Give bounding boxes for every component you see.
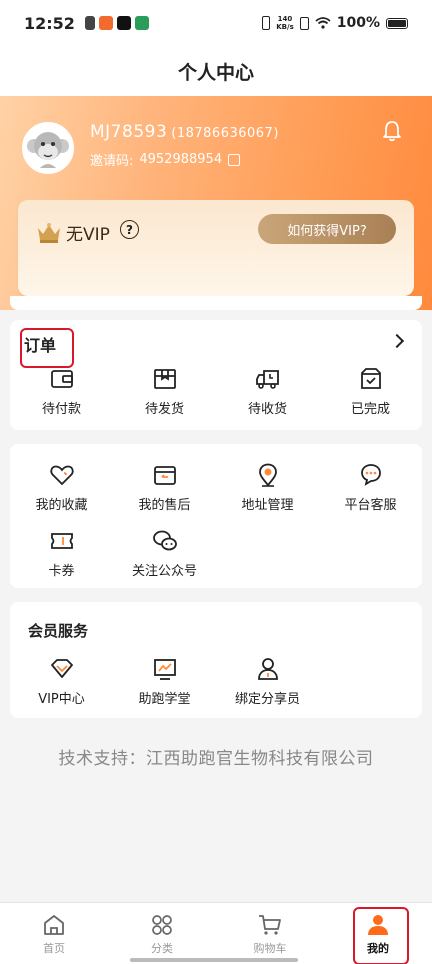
vip-status-text: 无VIP	[66, 225, 110, 245]
app-notification-icon	[98, 16, 113, 30]
wifi-icon	[315, 17, 331, 29]
highlight-box	[353, 907, 409, 964]
username-text: MJ78593	[90, 122, 168, 142]
tab-category[interactable]: 分类	[108, 903, 216, 964]
diamond-icon	[50, 659, 73, 678]
speed-unit: KB/s	[276, 23, 294, 31]
username: MJ78593 (18786636067)	[90, 122, 279, 142]
crown-icon	[38, 222, 60, 243]
check-box-icon	[360, 368, 381, 389]
bell-icon[interactable]	[382, 120, 402, 142]
tab-label: 分类	[151, 942, 173, 955]
my-favorites[interactable]: 我的收藏	[10, 462, 113, 513]
order-label: 待付款	[41, 402, 81, 417]
invite-code: 4952988954	[139, 152, 223, 167]
vip-card: 无VIP ? 如何获得VIP?	[18, 200, 414, 296]
tool-label: 卡券	[48, 564, 75, 579]
tool-label: 我的收藏	[35, 498, 88, 513]
order-label: 待收货	[247, 402, 287, 417]
truck-icon	[255, 370, 279, 389]
orders-title[interactable]: 订单	[20, 328, 74, 368]
vibrate-icon	[262, 16, 271, 30]
tab-cart[interactable]: 购物车	[216, 903, 324, 964]
chevron-right-icon[interactable]	[389, 333, 405, 349]
page-title: 个人中心	[0, 46, 432, 96]
tool-label: 关注公众号	[131, 564, 197, 579]
person-icon	[257, 658, 278, 680]
zhupao-academy[interactable]: 助跑学堂	[113, 656, 216, 707]
category-icon	[152, 915, 172, 935]
order-pending-shipment[interactable]: 待发货	[113, 366, 216, 417]
order-completed[interactable]: 已完成	[319, 366, 422, 417]
phone-number: (18786636067)	[171, 126, 279, 141]
tools-card: 我的收藏 我的售后 地址管理 平台客服 卡券 关注公众号	[10, 444, 422, 588]
cart-icon	[259, 915, 281, 935]
return-box-icon	[153, 466, 176, 485]
member-services-card: 会员服务 VIP中心 助跑学堂 绑定分享员	[10, 602, 422, 718]
help-icon[interactable]: ?	[120, 220, 139, 239]
address-management[interactable]: 地址管理	[216, 462, 319, 513]
tab-label: 首页	[43, 942, 65, 955]
tab-mine[interactable]: 我的	[324, 903, 432, 964]
vip-center[interactable]: VIP中心	[10, 656, 113, 707]
network-speed: 140 KB/s	[276, 15, 293, 31]
home-icon	[44, 915, 64, 935]
home-indicator[interactable]	[130, 958, 298, 962]
chart-board-icon	[153, 659, 176, 680]
member-label: 绑定分享员	[234, 692, 300, 707]
tiktok-icon	[116, 16, 131, 30]
copy-icon[interactable]	[228, 153, 241, 166]
platform-customer-service[interactable]: 平台客服	[319, 462, 422, 513]
box-icon	[153, 369, 176, 389]
heart-icon	[49, 465, 74, 486]
sim-icon	[299, 16, 309, 30]
invite-code-row: 邀请码: 4952988954	[90, 150, 241, 169]
tab-label: 购物车	[253, 942, 287, 955]
status-bar: 12:52 140 KB/s 100%	[0, 0, 432, 46]
wechat-icon	[152, 530, 177, 551]
member-services-title: 会员服务	[28, 622, 89, 640]
monkey-avatar-icon	[24, 124, 72, 172]
how-to-get-vip-button[interactable]: 如何获得VIP?	[258, 214, 396, 244]
member-label: VIP中心	[38, 692, 85, 707]
location-pin-icon	[258, 463, 277, 487]
highlight-box	[20, 328, 74, 368]
follow-official-account[interactable]: 关注公众号	[113, 528, 216, 579]
order-pending-receipt[interactable]: 待收货	[216, 366, 319, 417]
my-after-sales[interactable]: 我的售后	[113, 462, 216, 513]
battery-level: 100%	[336, 15, 380, 31]
banner-bottom-strip	[10, 296, 422, 310]
bind-sharer[interactable]: 绑定分享员	[216, 656, 319, 707]
app-notification-icon-2	[134, 16, 149, 30]
speed-value: 140	[277, 15, 293, 23]
tech-support-text: 技术支持：江西助跑官生物科技有限公司	[58, 749, 374, 769]
chat-bubble-icon	[360, 464, 381, 486]
tab-home[interactable]: 首页	[0, 903, 108, 964]
avatar[interactable]	[22, 122, 74, 174]
bottom-tab-bar: 首页 分类 购物车 我的	[0, 902, 432, 964]
member-label: 助跑学堂	[138, 692, 191, 707]
orders-card: 订单 待付款 待发货 待收货 已完成	[10, 320, 422, 430]
vip-status: 无VIP	[36, 220, 110, 245]
status-time: 12:52	[24, 13, 75, 33]
tool-label: 我的售后	[138, 498, 191, 513]
order-pending-payment[interactable]: 待付款	[10, 366, 113, 417]
tool-label: 平台客服	[344, 498, 397, 513]
profile-banner: MJ78593 (18786636067) 邀请码: 4952988954 无VI…	[0, 96, 432, 310]
order-label: 已完成	[350, 402, 390, 417]
invite-label: 邀请码:	[90, 154, 134, 169]
clipboard-icon	[84, 16, 95, 30]
battery-icon	[386, 17, 408, 29]
ticket-icon	[50, 533, 73, 549]
wallet-icon	[50, 370, 73, 388]
coupons[interactable]: 卡券	[10, 528, 113, 579]
notification-icons	[84, 16, 149, 30]
order-label: 待发货	[144, 402, 184, 417]
tool-label: 地址管理	[241, 498, 294, 513]
